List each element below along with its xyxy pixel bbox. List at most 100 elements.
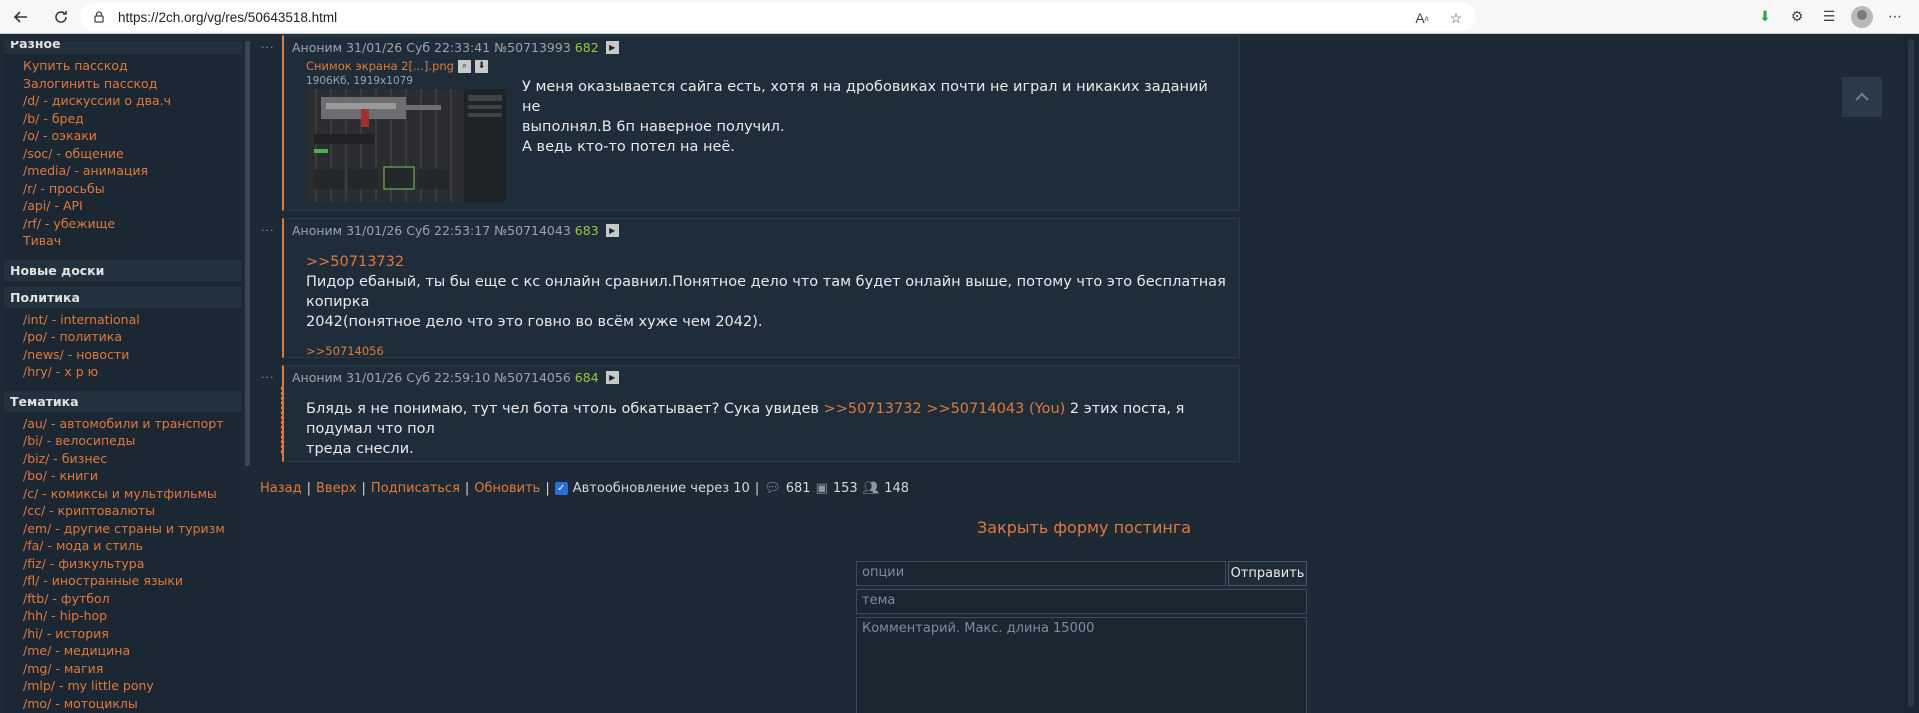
sidebar-section-title[interactable]: Новые доски [4, 259, 242, 281]
subscribe-link[interactable]: Подписаться [371, 481, 460, 496]
submit-button[interactable]: Отправить [1228, 561, 1307, 586]
post-container: Аноним 31/01/26 Суб 22:59:10 №50714056 6… [282, 365, 1240, 462]
sidebar-item[interactable]: /r/ - просьбы [23, 180, 242, 198]
address-bar[interactable]: https://2ch.org/vg/res/50643518.html Aʌ … [80, 3, 1476, 31]
post-menu-icon[interactable]: ··· [261, 41, 275, 54]
post-text-line: У меня оказывается сайга есть, хотя я на… [522, 79, 1208, 115]
sidebar-item[interactable]: /media/ - анимация [23, 162, 242, 180]
sidebar-item[interactable]: /int/ - international [23, 311, 242, 329]
sidebar-item[interactable]: /d/ - дискуссии о два.ч [23, 92, 242, 110]
back-arrow-icon[interactable] [8, 4, 34, 30]
separator: | [545, 481, 550, 496]
page-scrollbar[interactable] [1903, 35, 1919, 713]
read-aloud-icon[interactable]: Aʌ [1412, 8, 1432, 28]
sidebar-item[interactable]: /po/ - политика [23, 328, 242, 346]
post-text-line: 2042(понятное дело что это говно во всём… [306, 314, 763, 330]
sidebar-item[interactable]: /fiz/ - физкультура [23, 555, 242, 573]
sidebar-item[interactable]: /o/ - оэкаки [23, 127, 242, 145]
extensions-icon[interactable]: ⚙ [1787, 7, 1807, 27]
sidebar-item[interactable]: /bi/ - велосипеды [23, 432, 242, 450]
refresh-link[interactable]: Обновить [474, 481, 540, 496]
comment-textarea[interactable]: Комментарий. Макс. длина 15000 [856, 617, 1307, 713]
file-name[interactable]: Снимок экрана 2[...].png [306, 59, 454, 73]
page-scrollbar-thumb[interactable] [1908, 39, 1914, 707]
more-options-icon[interactable]: ⋯ [1885, 7, 1905, 27]
close-posting-form-link[interactable]: Закрыть форму постинга [977, 518, 1191, 537]
quote-link[interactable]: >>50714043 [926, 401, 1024, 417]
sidebar-item[interactable]: Купить пасскод [23, 57, 242, 75]
sidebar-item[interactable]: /news/ - новости [23, 346, 242, 364]
chevron-up-icon [1855, 92, 1869, 101]
post-container: Аноним 31/01/26 Суб 22:53:17 №50714043 6… [282, 218, 1240, 358]
sidebar-scrollbar[interactable] [245, 41, 250, 466]
sidebar-item[interactable]: /ftb/ - футбол [23, 590, 242, 608]
post: ··· Аноним 31/01/26 Суб 22:59:10 №507140… [260, 365, 1240, 462]
favorite-star-icon[interactable]: ☆ [1446, 8, 1466, 28]
post: ··· Аноним 31/01/26 Суб 22:33:41 №507139… [260, 35, 1240, 211]
sidebar-item[interactable]: /mlp/ - my little pony [23, 677, 242, 695]
post-text-line: А ведь кто-то потел на неё. [522, 139, 735, 155]
comment-icon: 💬︎ [764, 481, 781, 496]
download-icon[interactable]: ⬇ [474, 59, 488, 73]
scroll-to-top-button[interactable] [1842, 77, 1882, 117]
file-thumbnail[interactable] [306, 89, 506, 202]
sidebar-item[interactable]: /hh/ - hip-hop [23, 607, 242, 625]
post-author: Аноним [292, 40, 343, 55]
post-header: Аноним 31/01/26 Суб 22:59:10 №50714056 6… [292, 370, 1227, 385]
quote-link[interactable]: >>50713732 [306, 254, 404, 270]
sidebar-section-title[interactable]: Политика [4, 286, 242, 308]
sidebar-item[interactable]: Залогинить пасскод [23, 75, 242, 93]
favorites-icon[interactable]: ☰ [1819, 7, 1839, 27]
sidebar-section-title[interactable]: Тематика [4, 390, 242, 412]
subject-input[interactable]: тема [856, 589, 1307, 614]
sidebar-item[interactable]: /mo/ - мотоциклы [23, 695, 242, 713]
post-menu-icon[interactable]: ··· [261, 224, 275, 237]
up-link[interactable]: Вверх [316, 481, 357, 496]
post-number[interactable]: №50713993 [494, 40, 571, 55]
post-number[interactable]: №50714043 [494, 223, 571, 238]
play-icon[interactable]: ▶ [605, 41, 619, 54]
thread-nav-bar: Назад | Вверх | Подписаться | Обновить |… [260, 481, 909, 496]
sidebar-item[interactable]: /au/ - автомобили и транспорт [23, 415, 242, 433]
sidebar-item[interactable]: /api/ - API [23, 197, 242, 215]
sidebar-item[interactable]: /fa/ - мода и стиль [23, 537, 242, 555]
reply-link[interactable]: >>50714056 [306, 344, 384, 358]
sidebar-item[interactable]: /mg/ - магия [23, 660, 242, 678]
sidebar-section-list: Купить пасскод Залогинить пасскод /d/ - … [4, 54, 242, 254]
post: ··· Аноним 31/01/26 Суб 22:53:17 №507140… [260, 218, 1240, 358]
sidebar-item[interactable]: /rf/ - убежище [23, 215, 242, 233]
sidebar-item[interactable]: /biz/ - бизнес [23, 450, 242, 468]
sidebar-section-title[interactable]: Разное [4, 41, 242, 54]
sidebar-item[interactable]: /b/ - бред [23, 110, 242, 128]
sidebar-item[interactable]: /bo/ - книги [23, 467, 242, 485]
sidebar-item[interactable]: /hi/ - история [23, 625, 242, 643]
play-icon[interactable]: ▶ [605, 371, 619, 384]
quote-link[interactable]: >>50713732 [824, 401, 922, 417]
autoupdate-checkbox[interactable]: ✓ [554, 482, 568, 495]
post-ordinal: 683 [574, 223, 599, 238]
post-author: Аноним [292, 223, 343, 238]
post-text-line: Пидор ебаный, ты бы еще с кс онлайн срав… [306, 274, 1226, 310]
separator: | [754, 481, 760, 496]
profile-avatar[interactable] [1851, 6, 1873, 28]
sidebar-item[interactable]: /em/ - другие страны и туризм [23, 520, 242, 538]
post-date: 31/01/26 Суб 22:33:41 [346, 40, 491, 55]
sidebar-item[interactable]: /c/ - комиксы и мультфильмы [23, 485, 242, 503]
post-number[interactable]: №50714056 [494, 370, 571, 385]
sidebar-item[interactable]: Тивач [23, 232, 242, 250]
options-input[interactable]: опции [856, 561, 1226, 586]
back-link[interactable]: Назад [260, 481, 302, 496]
play-icon[interactable]: ▶ [605, 224, 619, 237]
sidebar-item[interactable]: /fl/ - иностранные языки [23, 572, 242, 590]
search-image-icon[interactable]: ⌕ [457, 59, 471, 73]
sidebar-item[interactable]: /soc/ - общение [23, 145, 242, 163]
reload-icon[interactable] [48, 4, 74, 30]
sidebar-item[interactable]: /me/ - медицина [23, 642, 242, 660]
sidebar-item[interactable]: /cc/ - криптовалюты [23, 502, 242, 520]
boards-sidebar: Разное Купить пасскод Залогинить пасскод… [4, 41, 242, 713]
post-menu-icon[interactable]: ··· [261, 371, 275, 384]
separator: | [361, 481, 366, 496]
separator: | [464, 481, 470, 496]
download-extension-icon[interactable]: ⬇ [1755, 7, 1775, 27]
sidebar-item[interactable]: /hry/ - х р ю [23, 363, 242, 381]
